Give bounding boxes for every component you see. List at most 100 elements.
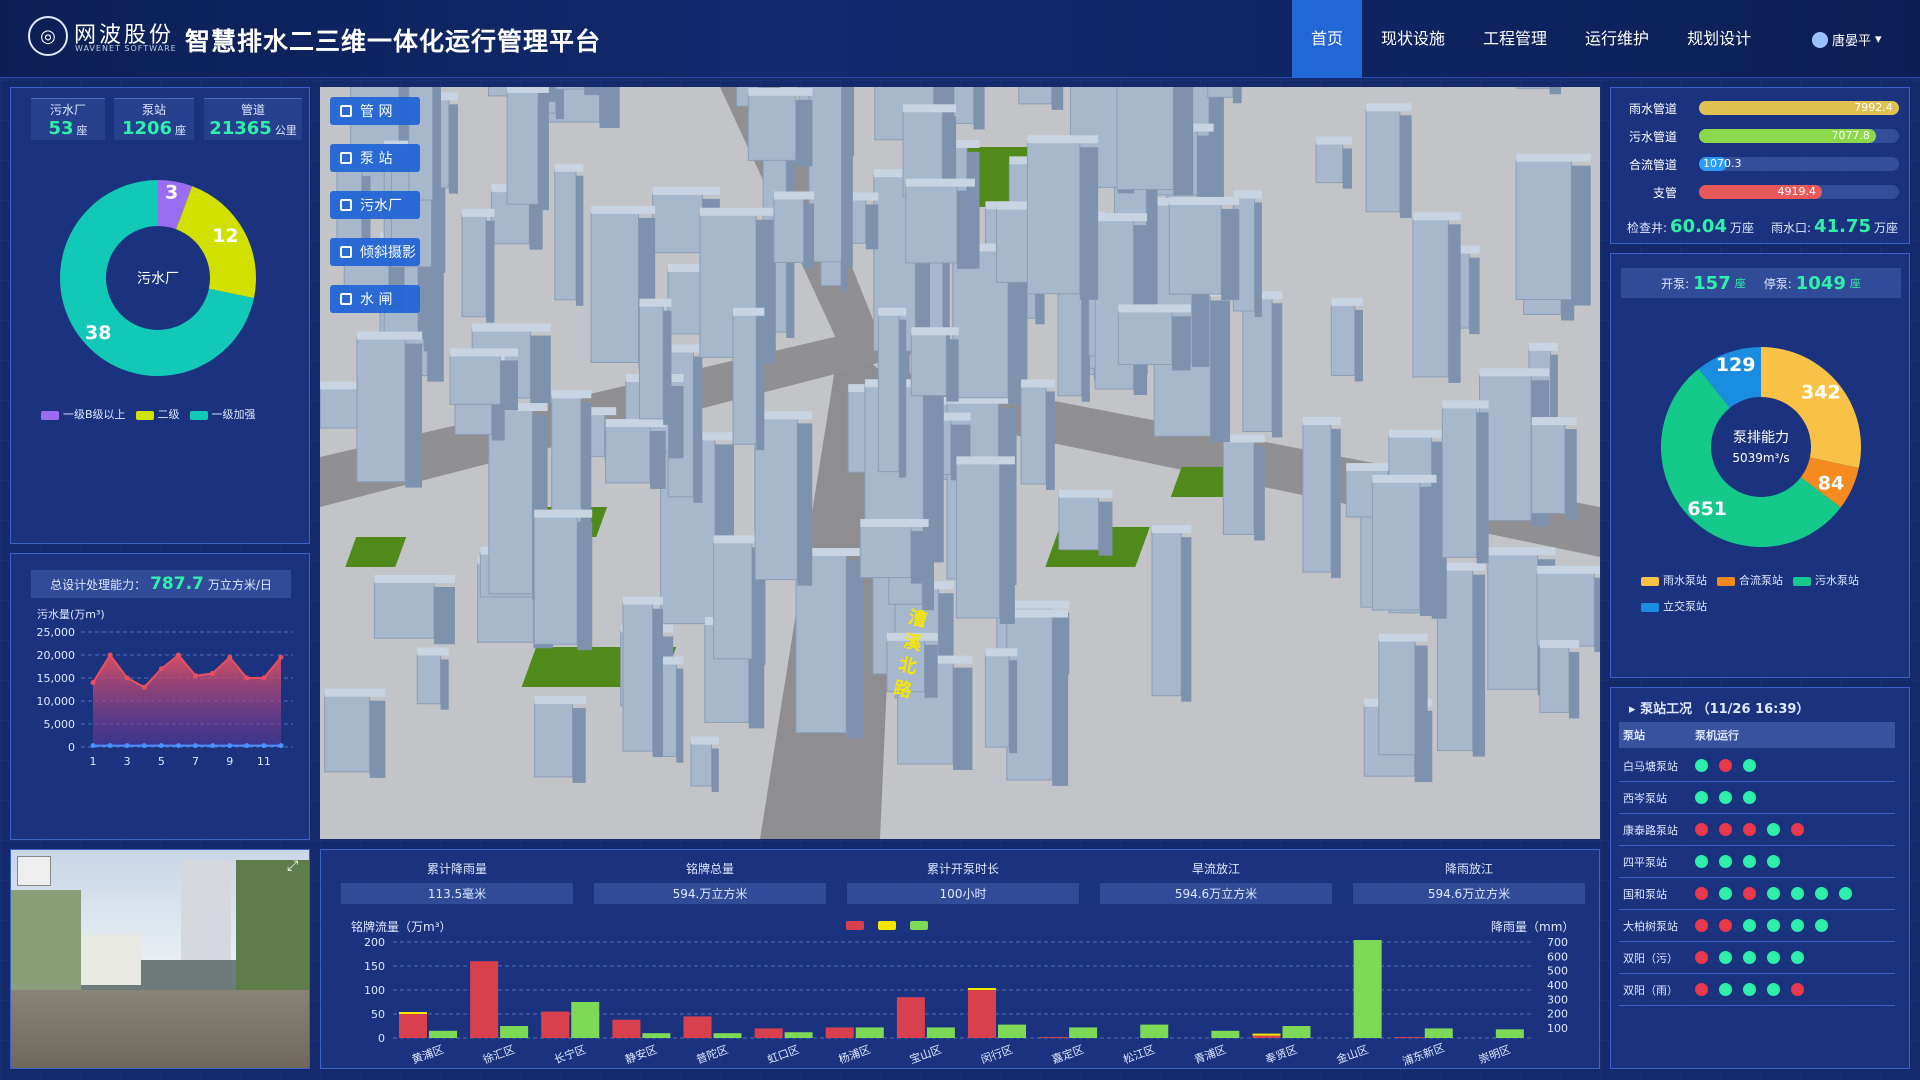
legend-item-0[interactable]: 雨水泵站	[1641, 572, 1707, 588]
pump-status-dot	[1695, 791, 1708, 804]
bar-city-0[interactable]	[399, 1014, 427, 1038]
pump-status-dot	[1839, 887, 1852, 900]
bar-rain-12[interactable]	[1282, 1026, 1311, 1038]
bar-rain-14[interactable]	[1424, 1028, 1453, 1038]
pump-status-dot	[1743, 791, 1756, 804]
bar-city-2[interactable]	[541, 1011, 570, 1038]
bar-district-12[interactable]	[1252, 1033, 1281, 1036]
bar-district-8[interactable]	[968, 988, 996, 990]
pipe-bar-2[interactable]: 1070.3	[1699, 157, 1899, 171]
minimap-icon[interactable]	[17, 856, 51, 886]
area-point[interactable]	[107, 652, 113, 658]
pipeline-length-panel: 雨水管道 7992.4 污水管道 7077.8 合流管道 1070.3 支管 4919.4 检…	[1610, 87, 1910, 244]
camera-icon	[340, 246, 352, 258]
bar-city-14[interactable]	[1394, 1037, 1423, 1038]
bar-city-3[interactable]	[612, 1019, 641, 1038]
layer-wastewater-plant[interactable]: 污水厂	[330, 191, 420, 219]
area-series2-point[interactable]	[210, 743, 216, 749]
pump-status-dot	[1695, 919, 1708, 932]
pump-row-1[interactable]: 西岑泵站	[1619, 782, 1895, 814]
area-point[interactable]	[261, 675, 267, 681]
nav-planning[interactable]: 规划设计	[1668, 0, 1770, 78]
area-point[interactable]	[244, 675, 250, 681]
area-series2-point[interactable]	[227, 743, 233, 749]
bar-rain-4[interactable]	[713, 1033, 742, 1038]
area-series2-point[interactable]	[175, 743, 181, 749]
layer-oblique-photo[interactable]: 倾斜摄影	[330, 238, 420, 266]
area-point[interactable]	[227, 654, 233, 660]
legend-item-2[interactable]: 污水泵站	[1793, 572, 1859, 588]
pump-row-0[interactable]: 白马塘泵站	[1619, 750, 1895, 782]
area-point[interactable]	[158, 666, 164, 672]
bar-city-1[interactable]	[470, 961, 499, 1038]
bar-rain-7[interactable]	[926, 1027, 955, 1038]
legend-item-2[interactable]: 一级加强	[189, 406, 256, 422]
area-series2-point[interactable]	[244, 743, 250, 749]
pump-row-3[interactable]: 四平泵站	[1619, 846, 1895, 878]
bar-rain-0[interactable]	[429, 1030, 457, 1038]
area-point[interactable]	[141, 684, 147, 690]
bar-rain-2[interactable]	[571, 1002, 600, 1038]
layer-sluice[interactable]: 水 闸	[330, 285, 420, 313]
bar-city-6[interactable]	[825, 1027, 854, 1038]
pump-row-5[interactable]: 大柏树泵站	[1619, 910, 1895, 942]
bar-city-5[interactable]	[754, 1028, 783, 1038]
legend-item-0[interactable]: 一级B级以上	[41, 406, 126, 422]
bar-xtick-4: 普陀区	[694, 1042, 730, 1066]
area-series2-point[interactable]	[141, 743, 147, 749]
pump-row-7[interactable]: 双阳（雨）	[1619, 974, 1895, 1006]
area-series2-point[interactable]	[90, 743, 96, 749]
area-series2-point[interactable]	[193, 743, 199, 749]
layer-pipe-network[interactable]: 管 网	[330, 97, 420, 125]
bar-rain-8[interactable]	[998, 1024, 1026, 1038]
pipe-bar-0[interactable]: 7992.4	[1699, 101, 1899, 115]
map-3d-view[interactable]: 管 网 泵 站 污水厂 倾斜摄影 水 闸 漕溪北路	[320, 87, 1600, 839]
legend-item-1[interactable]: 二级	[135, 406, 180, 422]
bar-rain-10[interactable]	[1140, 1024, 1169, 1038]
legend-item-3[interactable]: 立交泵站	[1641, 598, 1707, 614]
bar-district-0[interactable]	[399, 1012, 427, 1014]
nav-maintenance[interactable]: 运行维护	[1566, 0, 1668, 78]
fullscreen-icon[interactable]: ⤢	[287, 858, 298, 874]
nav-facilities[interactable]: 现状设施	[1362, 0, 1464, 78]
bar-city-4[interactable]	[683, 1016, 712, 1038]
bar-rain-6[interactable]	[855, 1027, 884, 1038]
bar-rain-1[interactable]	[500, 1026, 529, 1038]
bar-city-7[interactable]	[896, 997, 925, 1038]
area-series2-point[interactable]	[278, 743, 284, 749]
pump-row-4[interactable]: 国和泵站	[1619, 878, 1895, 910]
layer-pump-station[interactable]: 泵 站	[330, 144, 420, 172]
user-menu[interactable]: 唐晏平 ▾	[1812, 30, 1882, 49]
street-view-camera[interactable]: ⤢	[10, 849, 310, 1069]
bar-xtick-1: 徐汇区	[481, 1042, 517, 1066]
donut-slice-0[interactable]	[1761, 347, 1861, 468]
legend-item-1[interactable]: 合流泵站	[1717, 572, 1783, 588]
pipe-bar-3[interactable]: 4919.4	[1699, 185, 1899, 199]
inspection-well-stat: 检查井: 60.04 万座 雨水口: 41.75 万座	[1627, 216, 1898, 237]
bar-rain-13[interactable]	[1353, 940, 1382, 1038]
bar-rain-9[interactable]	[1069, 1027, 1098, 1038]
area-series2-point[interactable]	[158, 743, 164, 749]
bar-city-8[interactable]	[968, 990, 996, 1038]
bar-city-12[interactable]	[1252, 1035, 1281, 1038]
pipe-bar-1[interactable]: 7077.8	[1699, 129, 1899, 143]
bar-rain-11[interactable]	[1211, 1030, 1240, 1038]
bar-city-9[interactable]	[1039, 1037, 1068, 1038]
area-point[interactable]	[124, 675, 130, 681]
area-point[interactable]	[210, 670, 216, 676]
area-series2-point[interactable]	[124, 743, 130, 749]
bar-rain-15[interactable]	[1495, 1029, 1524, 1038]
pump-row-6[interactable]: 双阳（污）	[1619, 942, 1895, 974]
area-point[interactable]	[278, 654, 284, 660]
pump-row-2[interactable]: 康泰路泵站	[1619, 814, 1895, 846]
bar-ytick-2: 100	[364, 984, 385, 997]
nav-home[interactable]: 首页	[1292, 0, 1363, 78]
nav-projects[interactable]: 工程管理	[1464, 0, 1566, 78]
bar-rain-3[interactable]	[642, 1033, 671, 1038]
area-series2-point[interactable]	[261, 743, 267, 749]
area-series2-point[interactable]	[107, 743, 113, 749]
bar-rain-5[interactable]	[784, 1032, 813, 1038]
area-point[interactable]	[90, 680, 96, 686]
area-point[interactable]	[193, 673, 199, 679]
area-point[interactable]	[175, 652, 181, 658]
